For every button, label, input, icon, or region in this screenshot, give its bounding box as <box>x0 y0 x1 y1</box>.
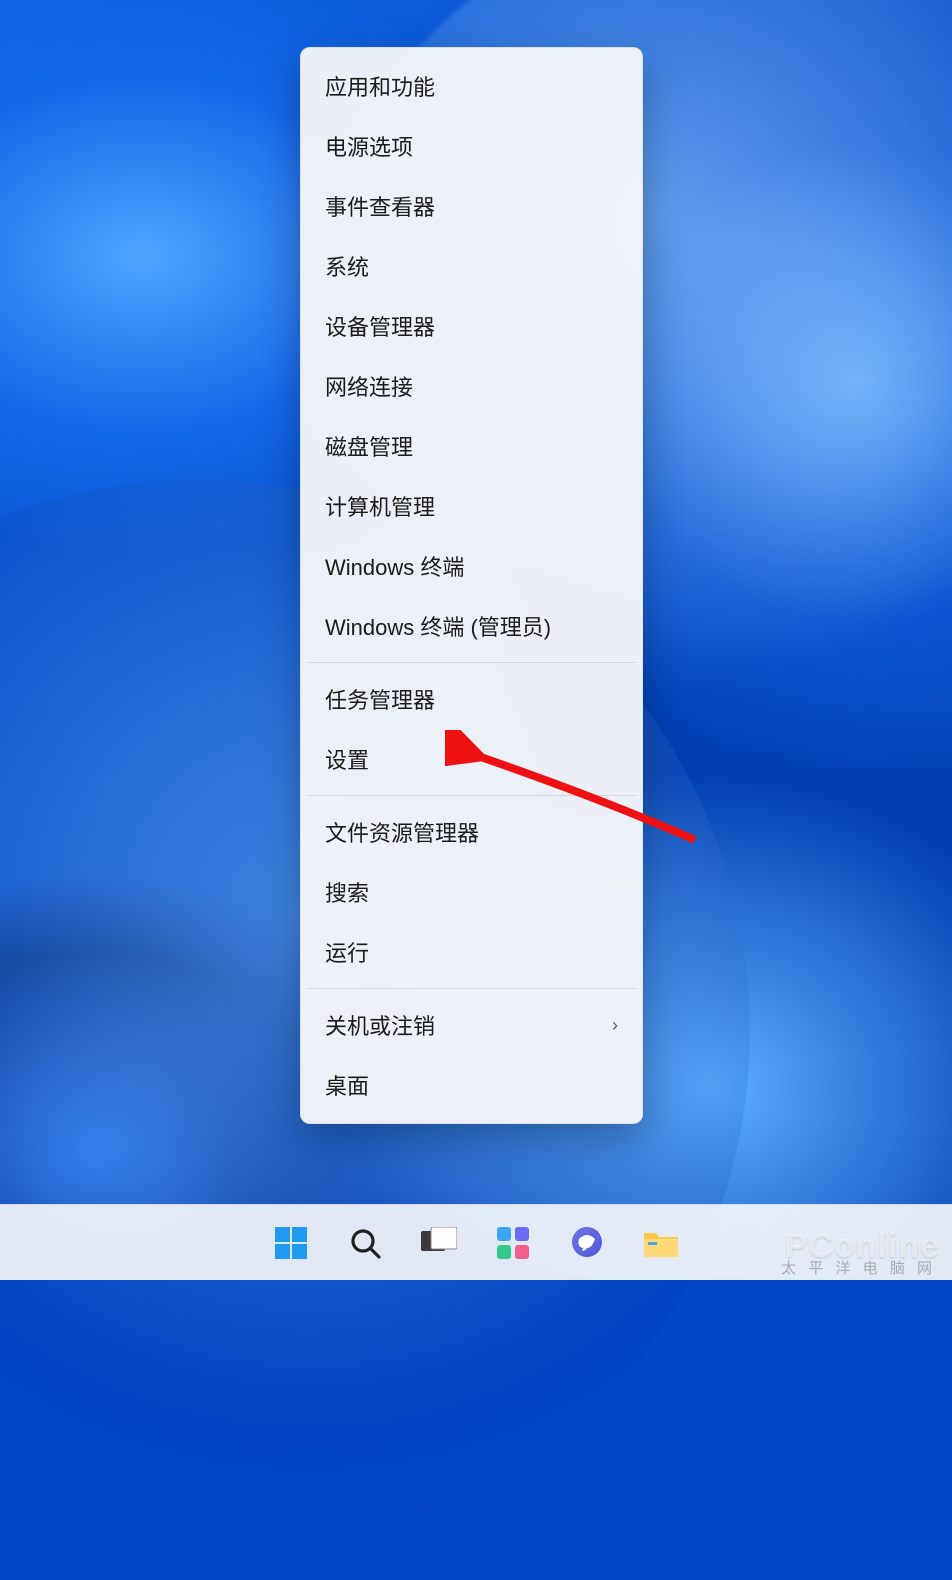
menu-item-event-viewer[interactable]: 事件查看器 <box>305 176 638 236</box>
menu-label: 桌面 <box>325 1069 369 1101</box>
menu-label: 计算机管理 <box>325 490 435 522</box>
chevron-right-icon: › <box>612 1015 618 1036</box>
menu-label: Windows 终端 <box>325 550 464 582</box>
menu-item-disk-management[interactable]: 磁盘管理 <box>305 416 638 476</box>
menu-item-network-connections[interactable]: 网络连接 <box>305 356 638 416</box>
start-button[interactable] <box>271 1223 311 1263</box>
menu-item-desktop[interactable]: 桌面 <box>305 1055 638 1115</box>
menu-label: 应用和功能 <box>325 70 435 102</box>
menu-item-settings[interactable]: 设置 <box>305 729 638 789</box>
menu-item-power-options[interactable]: 电源选项 <box>305 116 638 176</box>
chat-button[interactable] <box>567 1223 607 1263</box>
menu-item-task-manager[interactable]: 任务管理器 <box>305 669 638 729</box>
menu-label: 事件查看器 <box>325 190 435 222</box>
menu-label: 网络连接 <box>325 370 413 402</box>
file-explorer-button[interactable] <box>641 1223 681 1263</box>
menu-item-file-explorer[interactable]: 文件资源管理器 <box>305 802 638 862</box>
menu-label: 运行 <box>325 936 369 968</box>
menu-item-device-manager[interactable]: 设备管理器 <box>305 296 638 356</box>
menu-separator <box>307 795 636 796</box>
menu-label: 任务管理器 <box>325 683 435 715</box>
menu-item-windows-terminal[interactable]: Windows 终端 <box>305 536 638 596</box>
menu-label: 电源选项 <box>325 130 413 162</box>
menu-label: 系统 <box>325 250 369 282</box>
menu-label: 设置 <box>325 743 369 775</box>
menu-label: 搜索 <box>325 876 369 908</box>
menu-label: 磁盘管理 <box>325 430 413 462</box>
menu-label: 设备管理器 <box>325 310 435 342</box>
menu-item-system[interactable]: 系统 <box>305 236 638 296</box>
menu-label: Windows 终端 (管理员) <box>325 610 551 642</box>
menu-item-shutdown-signout[interactable]: 关机或注销 › <box>305 995 638 1055</box>
menu-label: 关机或注销 <box>325 1009 435 1041</box>
watermark-subtitle: 太 平 洋 电 脑 网 <box>781 1257 936 1278</box>
widgets-button[interactable] <box>493 1223 533 1263</box>
menu-item-run[interactable]: 运行 <box>305 922 638 982</box>
menu-item-computer-management[interactable]: 计算机管理 <box>305 476 638 536</box>
winx-context-menu: 应用和功能 电源选项 事件查看器 系统 设备管理器 网络连接 磁盘管理 计算机管… <box>300 47 643 1124</box>
search-button[interactable] <box>345 1223 385 1263</box>
menu-separator <box>307 662 636 663</box>
menu-separator <box>307 988 636 989</box>
task-view-button[interactable] <box>419 1223 459 1263</box>
menu-item-windows-terminal-admin[interactable]: Windows 终端 (管理员) <box>305 596 638 656</box>
menu-item-search[interactable]: 搜索 <box>305 862 638 922</box>
menu-label: 文件资源管理器 <box>325 816 479 848</box>
menu-item-apps-features[interactable]: 应用和功能 <box>305 56 638 116</box>
